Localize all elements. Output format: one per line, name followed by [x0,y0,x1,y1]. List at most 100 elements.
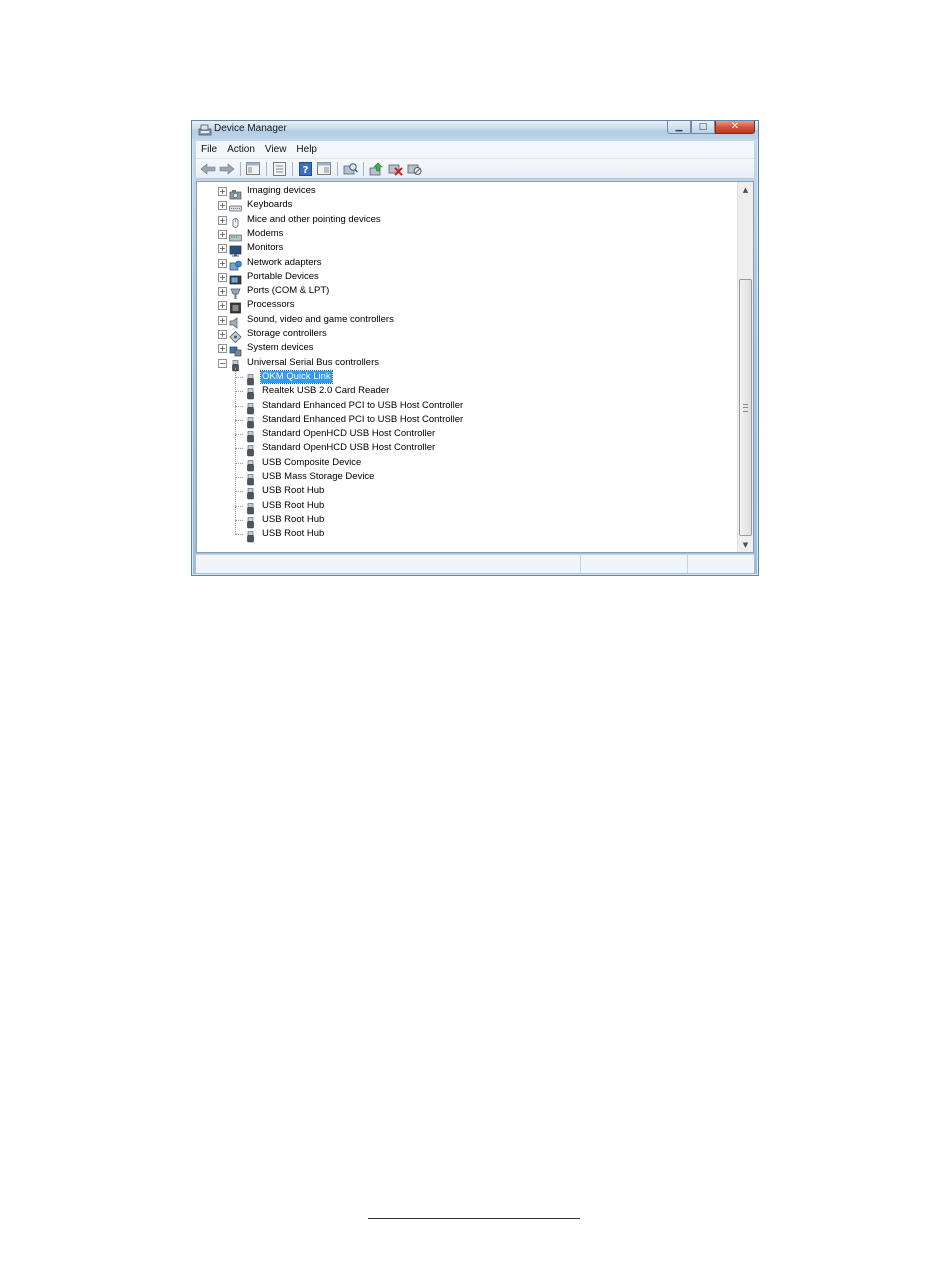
menu-view[interactable]: View [260,144,292,155]
tree-expander[interactable]: + [218,301,227,310]
tree-category-label[interactable]: System devices [246,342,315,354]
tree-device-label[interactable]: Standard Enhanced PCI to USB Host Contro… [261,414,464,426]
svg-text:?: ? [302,165,308,176]
tree-expander[interactable]: + [218,287,227,296]
tree-category-label[interactable]: Processors [246,299,296,311]
device-manager-window: Device Manager ▁ □ ✕ File Action View He… [191,120,759,576]
tree-expander[interactable]: + [218,330,227,339]
tree-category-label[interactable]: Storage controllers [246,328,328,340]
mouse-icon [229,214,242,228]
tree-device-label[interactable]: Standard OpenHCD USB Host Controller [261,428,436,440]
tree-device-label[interactable]: USB Root Hub [261,500,325,512]
status-bar [196,554,754,573]
tree-connector-line [235,491,243,492]
update-driver-icon [369,162,383,175]
tree-connector-line [235,391,243,392]
toolbar-separator [292,161,293,176]
tree-device-label[interactable]: USB Root Hub [261,514,325,526]
disable-icon [407,164,421,175]
close-button[interactable]: ✕ [715,121,755,134]
usb-device-icon [244,371,257,386]
tree-category-label[interactable]: Universal Serial Bus controllers [246,357,380,369]
tree-category-label[interactable]: Imaging devices [246,185,317,197]
tree-connector-line [235,477,243,478]
usb-device-icon [244,514,257,529]
tree-device-label[interactable]: Standard OpenHCD USB Host Controller [261,442,436,454]
tree-category-label[interactable]: Portable Devices [246,271,320,283]
status-pane-main [196,555,582,573]
uninstall-icon [388,164,403,176]
usb-device-icon [244,485,257,500]
modem-icon [229,228,242,242]
forward-icon [219,162,235,175]
tree-expander[interactable]: + [218,316,227,325]
tree-category-label[interactable]: Keyboards [246,199,293,211]
tree-device-label[interactable]: Standard Enhanced PCI to USB Host Contro… [261,400,464,412]
tree-device-label[interactable]: USB Root Hub [261,528,325,540]
tree-expander[interactable]: + [218,244,227,253]
tree-expander[interactable]: + [218,187,227,196]
update-driver-button[interactable] [368,161,384,177]
tree-category-label[interactable]: Monitors [246,242,284,254]
menu-action[interactable]: Action [222,144,260,155]
tree-category-label[interactable]: Sound, video and game controllers [246,314,395,326]
tree-expander[interactable]: + [218,201,227,210]
storage-icon [229,328,242,344]
usb-device-icon [244,400,257,415]
speaker-icon [229,314,242,329]
tree-category-label[interactable]: Modems [246,228,284,240]
tree-expander[interactable]: + [218,230,227,239]
help-icon: ? [298,161,312,176]
tree-connector-line [235,463,243,464]
maximize-button[interactable]: □ [691,121,715,134]
device-tree: + Imaging devices + Keyboards + Mice and othe… [197,184,737,552]
menu-file[interactable]: File [196,144,222,155]
tree-expander[interactable]: − [218,359,227,368]
tree-connector-line [235,448,243,449]
show-hide-tree-icon [246,162,260,175]
tree-expander[interactable]: + [218,259,227,268]
scroll-thumb[interactable] [739,279,752,536]
tree-connector-line [235,377,243,378]
usb-device-icon [244,428,257,443]
tree-device-label[interactable]: USB Root Hub [261,485,325,497]
scan-hardware-button[interactable] [342,161,358,177]
usb-device-icon [244,385,257,400]
tree-category-label[interactable]: Mice and other pointing devices [246,214,382,226]
help-button[interactable]: ? [297,161,313,177]
tree-category-label[interactable]: Ports (COM & LPT) [246,285,330,297]
scan-hardware-icon [343,162,358,174]
tree-device-label[interactable]: USB Mass Storage Device [261,471,375,483]
tree-device-label-selected[interactable]: OKM Quick Link [260,370,333,384]
title-bar[interactable]: Device Manager ▁ □ ✕ [192,121,758,139]
back-icon [200,162,216,175]
device-manager-icon [198,124,212,136]
tree-expander[interactable]: + [218,273,227,282]
minimize-button[interactable]: ▁ [667,121,691,134]
vertical-scrollbar[interactable]: ▲ ▼ [737,182,753,552]
window-title: Device Manager [214,123,287,134]
tree-device-label[interactable]: Realtek USB 2.0 Card Reader [261,385,390,397]
scroll-up-button[interactable]: ▲ [738,182,753,197]
tree-connector-line [235,368,236,534]
uninstall-button[interactable] [387,161,403,177]
processor-icon [229,299,242,314]
tree-expander[interactable]: + [218,344,227,353]
tree-device-label[interactable]: USB Composite Device [261,457,362,469]
back-button[interactable] [200,161,216,177]
view-button[interactable] [316,161,332,177]
scroll-grip-icon [743,403,748,412]
show-hide-tree-button[interactable] [245,161,261,177]
properties-button[interactable] [271,161,287,177]
toolbar: ? [196,159,754,179]
menu-help[interactable]: Help [291,144,322,155]
tree-category-label[interactable]: Network adapters [246,257,322,269]
tree-expander[interactable]: + [218,216,227,225]
view-icon [317,162,331,175]
scroll-down-icon: ▼ [742,540,749,549]
close-icon: ✕ [730,121,740,132]
disable-button[interactable] [406,161,422,177]
scroll-down-button[interactable]: ▼ [738,537,753,552]
status-pane-2 [581,555,689,573]
forward-button[interactable] [219,161,235,177]
